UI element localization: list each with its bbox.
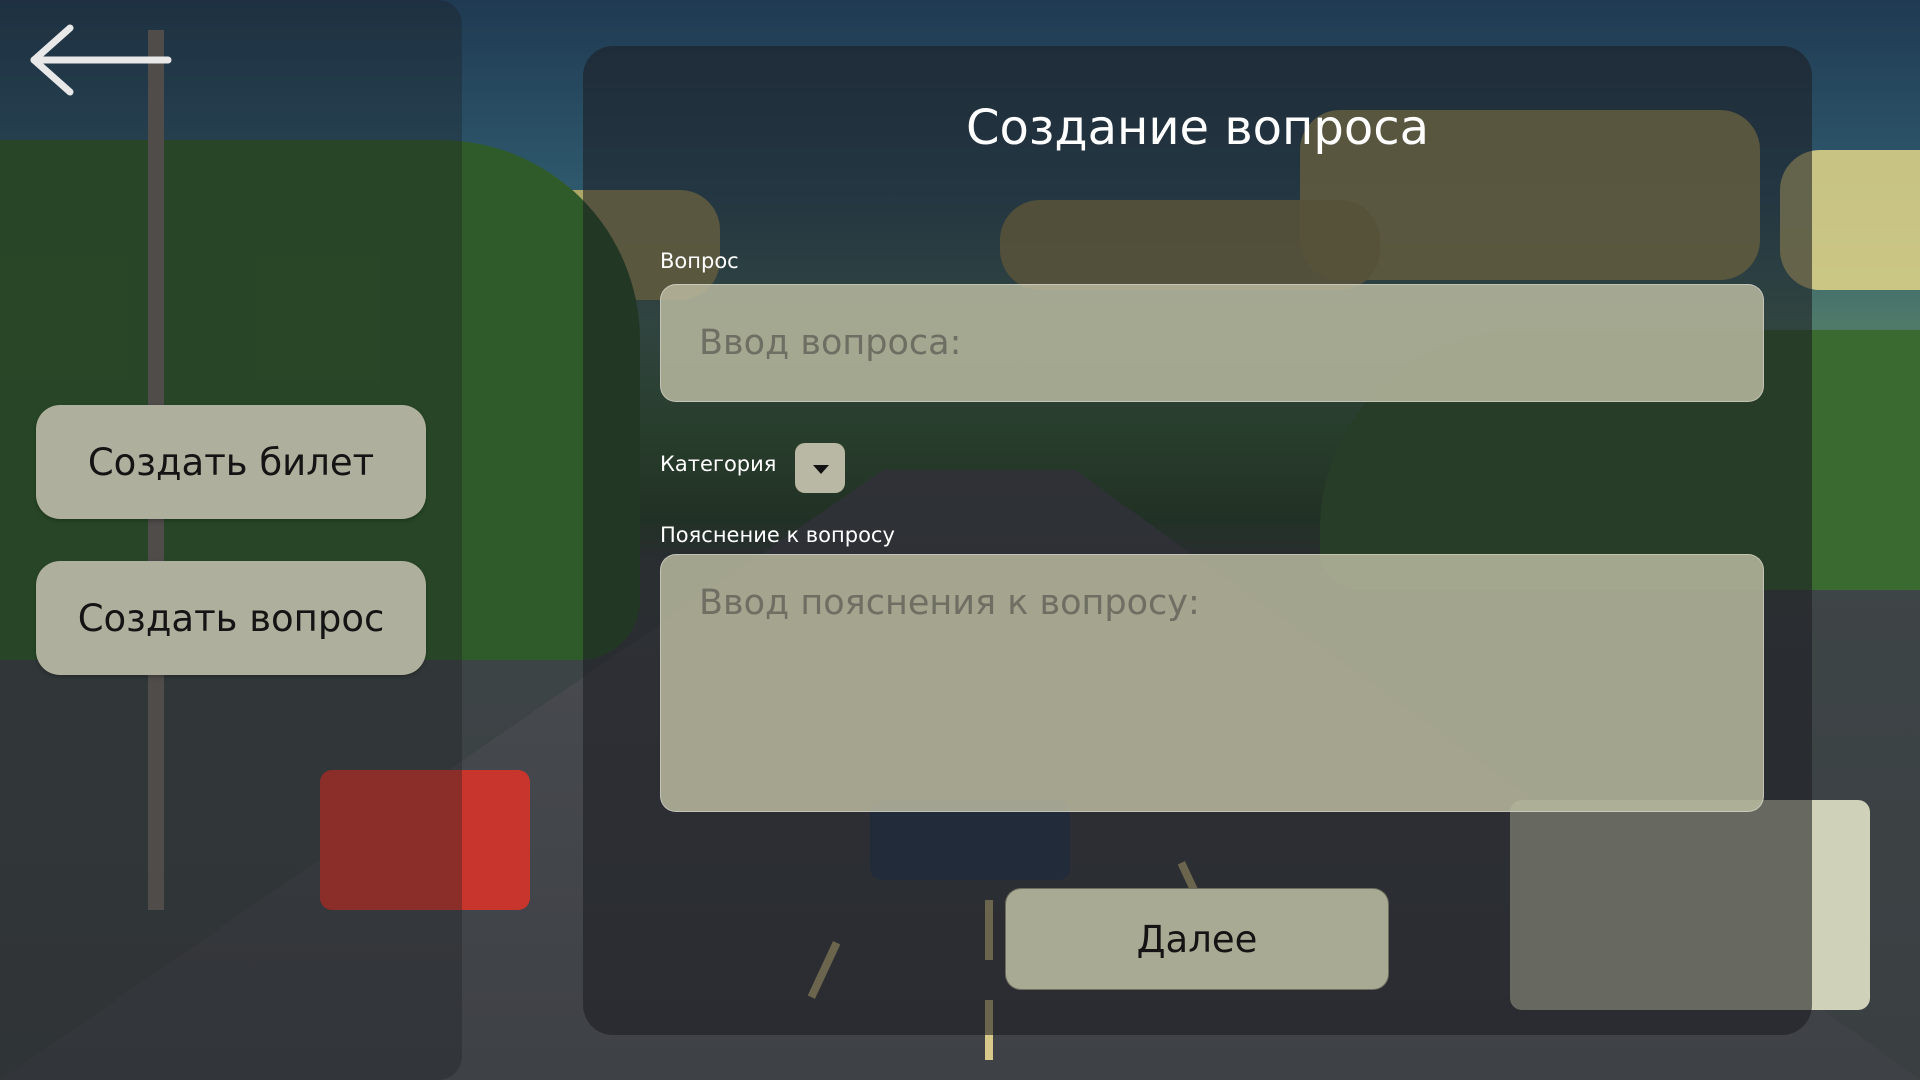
- back-button[interactable]: [26, 22, 176, 102]
- question-label: Вопрос: [660, 249, 739, 273]
- category-dropdown[interactable]: [795, 443, 845, 493]
- arrow-left-icon: [30, 24, 172, 96]
- sidebar: Создать билет Создать вопрос: [0, 0, 462, 1080]
- question-input[interactable]: [660, 284, 1764, 402]
- page-title: Создание вопроса: [965, 100, 1430, 156]
- caret-down-icon: [813, 465, 829, 474]
- next-button[interactable]: Далее: [1005, 888, 1389, 990]
- category-label: Категория: [660, 452, 777, 476]
- explanation-label: Пояснение к вопросу: [660, 523, 895, 547]
- create-question-button[interactable]: Создать вопрос: [36, 561, 426, 675]
- create-ticket-button[interactable]: Создать билет: [36, 405, 426, 519]
- explanation-input[interactable]: [660, 554, 1764, 812]
- question-form-panel: Создание вопроса Вопрос Категория Поясне…: [583, 46, 1812, 1035]
